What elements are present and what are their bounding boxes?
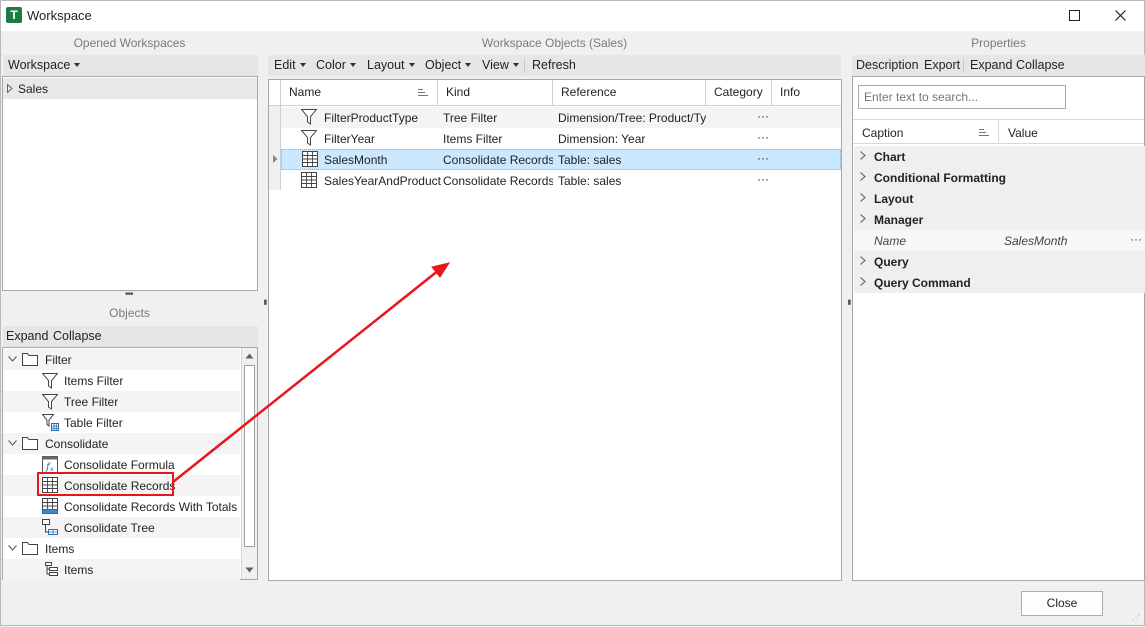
workspace-window: T Workspace Opened Workspaces Workspace …: [0, 0, 1145, 626]
close-button[interactable]: Close: [1021, 591, 1103, 616]
annotation-arrow: [172, 262, 451, 483]
resize-grip[interactable]: ⋰: [1132, 613, 1140, 622]
